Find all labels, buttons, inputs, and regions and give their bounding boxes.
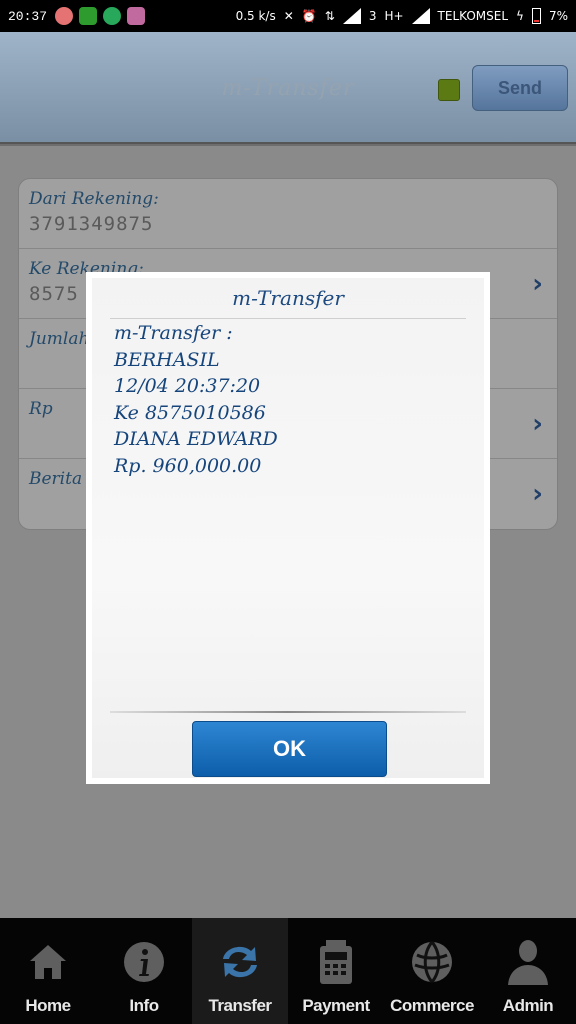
network-speed: 0.5 k/s — [235, 9, 276, 23]
status-bar: 20:37 0.5 k/s ✕ ⏰ ⇅ 3 H+ TELKOMSEL ϟ 7% — [0, 0, 576, 32]
message-line: Ke 8575010586 — [114, 401, 266, 424]
source-account-label: Dari Rekening: — [29, 189, 159, 209]
data-transfer-icon: ⇅ — [324, 9, 335, 23]
chevron-right-icon: › — [532, 269, 543, 299]
tab-label: Admin — [502, 996, 554, 1015]
battery-icon — [531, 8, 541, 24]
message-line: BERHASIL — [114, 348, 220, 371]
tab-label: Commerce — [390, 996, 474, 1015]
payment-icon — [312, 934, 360, 990]
tab-label: Info — [129, 996, 159, 1015]
sim-slot: 3 — [368, 9, 377, 23]
charging-icon: ϟ — [516, 9, 524, 23]
destination-account-value: 8575 — [29, 283, 79, 305]
transfer-icon — [216, 934, 264, 990]
message-line: 12/04 20:37:20 — [114, 375, 261, 397]
message-line: m-Transfer : — [114, 322, 233, 344]
status-time: 20:37 — [8, 8, 48, 24]
amount-label: Jumlah — [29, 329, 90, 349]
dialog-title: m-Transfer — [232, 286, 344, 310]
status-indicator — [438, 79, 460, 101]
divider — [110, 711, 466, 713]
tab-commerce[interactable]: Commerce — [384, 918, 480, 1024]
tab-label: Payment — [302, 996, 370, 1015]
whatsapp-icon — [79, 7, 98, 25]
signal-icon-2 — [411, 8, 430, 24]
alarm-icon: ⏰ — [301, 9, 317, 23]
tab-home[interactable]: Home — [0, 918, 96, 1024]
tab-transfer[interactable]: Transfer — [192, 918, 288, 1024]
game-icon — [127, 7, 146, 25]
source-account-value: 3791349875 — [29, 213, 154, 235]
network-type: H+ — [384, 9, 404, 23]
source-account-row[interactable]: Dari Rekening: 3791349875 — [19, 179, 557, 249]
battery-level: 7% — [548, 9, 568, 23]
tab-payment[interactable]: Payment — [288, 918, 384, 1024]
rp-label: Rp — [29, 399, 53, 419]
ok-button[interactable]: OK — [192, 721, 387, 777]
admin-icon — [504, 934, 552, 990]
tab-label: Home — [25, 996, 71, 1015]
message-line: DIANA EDWARD — [114, 428, 278, 450]
bottom-nav: Home Info Transfer Payment Commerce Admi… — [0, 918, 576, 1024]
line-icon — [103, 7, 122, 25]
tab-label: Transfer — [208, 996, 272, 1015]
tab-info[interactable]: Info — [96, 918, 192, 1024]
carrier-name: TELKOMSEL — [437, 9, 509, 23]
mute-icon: ✕ — [283, 9, 294, 23]
signal-icon — [342, 8, 361, 24]
tab-admin[interactable]: Admin — [480, 918, 576, 1024]
commerce-icon — [408, 934, 456, 990]
send-button[interactable]: Send — [472, 65, 568, 111]
message-label: Berita — [29, 469, 83, 489]
message-line: Rp. 960,000.00 — [114, 454, 262, 477]
app-header: m-Transfer Send — [0, 32, 576, 144]
info-icon — [120, 934, 168, 990]
chevron-right-icon: › — [532, 409, 543, 439]
dialog-message: m-Transfer : BERHASIL 12/04 20:37:20 Ke … — [114, 320, 278, 479]
home-icon — [24, 934, 72, 990]
result-dialog: m-Transfer m-Transfer : BERHASIL 12/04 2… — [86, 272, 490, 784]
chevron-right-icon: › — [532, 479, 543, 509]
divider — [110, 318, 466, 319]
dialog-body: m-Transfer m-Transfer : BERHASIL 12/04 2… — [92, 278, 484, 778]
notification-app-icon — [55, 7, 74, 25]
